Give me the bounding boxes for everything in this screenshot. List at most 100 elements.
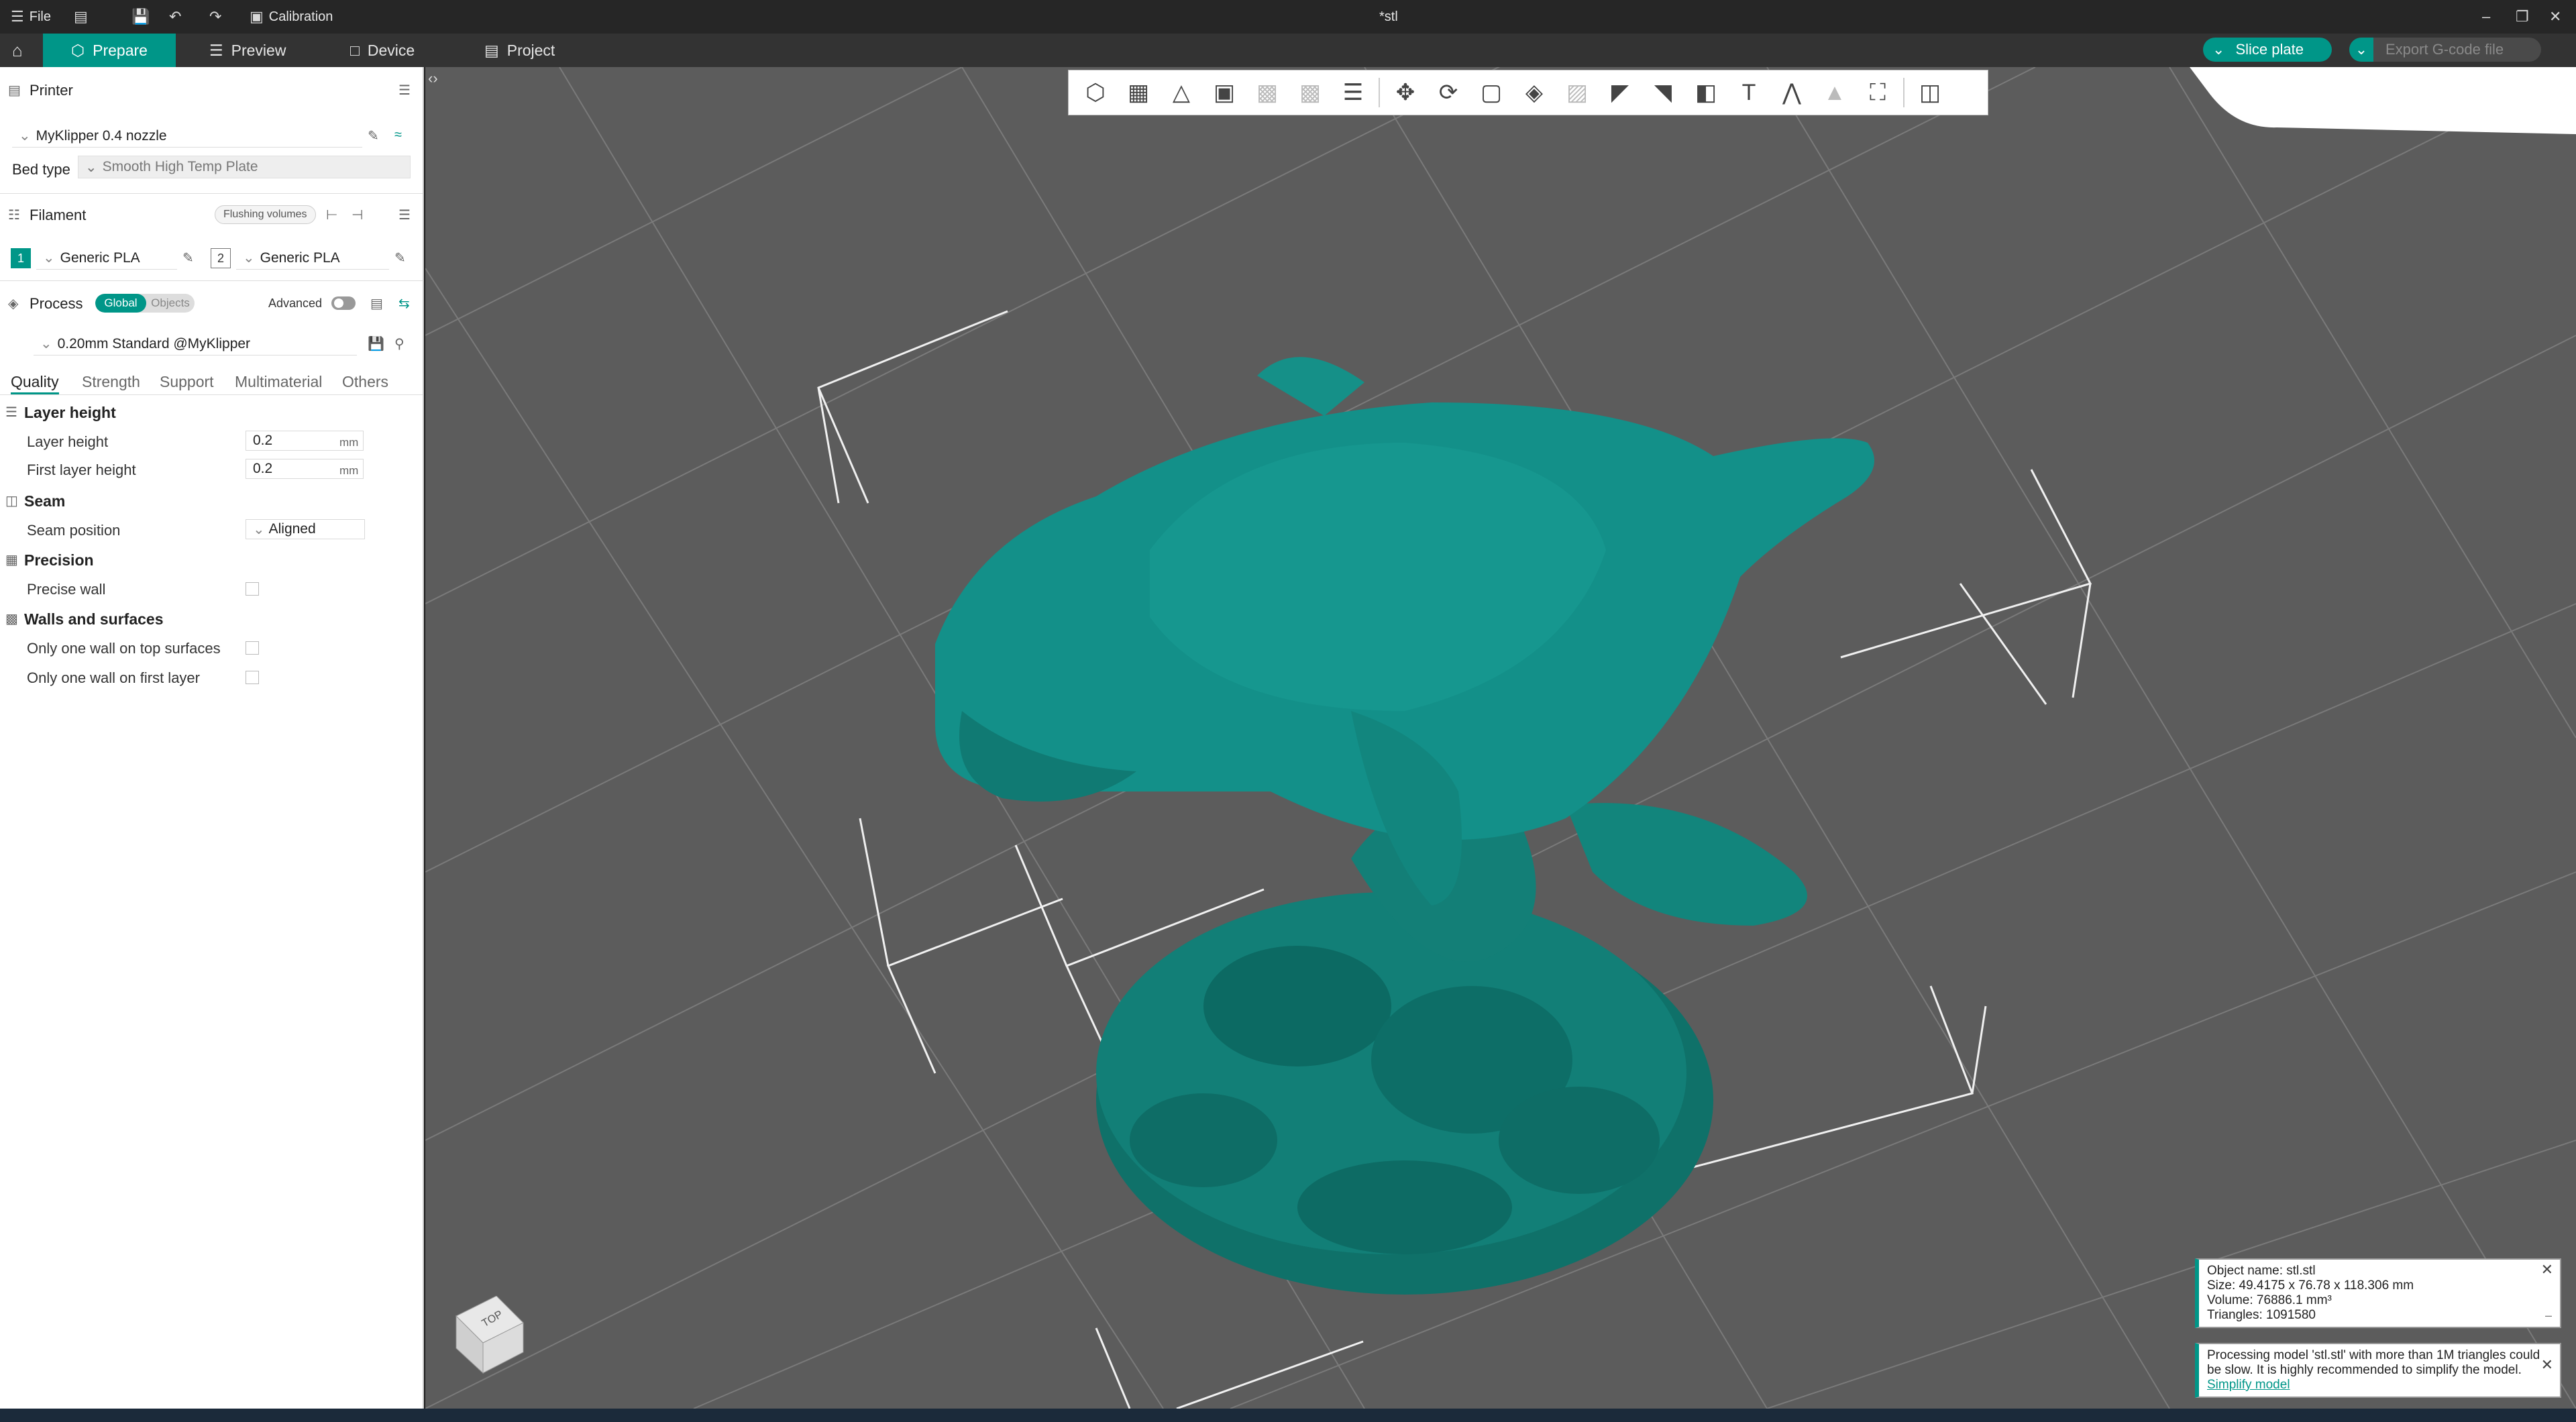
file-menu[interactable]: ☰ File bbox=[11, 7, 51, 27]
walls-group: Walls and surfaces bbox=[24, 610, 164, 628]
tab-preview[interactable]: ☰ Preview bbox=[195, 34, 301, 67]
filament-settings-icon[interactable]: ☰ bbox=[398, 207, 411, 223]
wifi-icon[interactable]: ≈ bbox=[394, 127, 402, 143]
first-layer-height-unit: mm bbox=[339, 464, 359, 477]
process-list-icon[interactable]: ▤ bbox=[370, 295, 383, 312]
minimize-panel-icon[interactable]: – bbox=[2545, 1308, 2552, 1323]
filament-slot-1-badge[interactable]: 1 bbox=[11, 248, 31, 268]
process-title: Process bbox=[30, 295, 83, 312]
tab-strength[interactable]: Strength bbox=[82, 373, 140, 391]
seam-position-label: Seam position bbox=[27, 522, 121, 539]
seam-paint-icon[interactable]: ◥ bbox=[1642, 72, 1684, 113]
printer-settings-icon[interactable]: ☰ bbox=[398, 82, 411, 99]
tab-project[interactable]: ▤ Project bbox=[470, 34, 570, 67]
preview-icon: ☰ bbox=[209, 41, 223, 59]
one-wall-first-checkbox[interactable] bbox=[246, 671, 259, 684]
process-preset-select[interactable]: ⌄ 0.20mm Standard @MyKlipper bbox=[34, 333, 357, 356]
save-preset-icon[interactable]: 💾 bbox=[368, 335, 384, 352]
tab-prepare-label: Prepare bbox=[93, 41, 148, 59]
bed-type-value: Smooth High Temp Plate bbox=[102, 159, 258, 174]
dolphin-model[interactable] bbox=[935, 357, 1874, 1295]
bed-type-label: Bed type bbox=[12, 161, 70, 178]
split-objects-icon[interactable]: ▩ bbox=[1246, 72, 1289, 113]
edit-filament-2-icon[interactable]: ✎ bbox=[394, 250, 406, 266]
toolbar-separator bbox=[1379, 78, 1380, 107]
undo-icon[interactable]: ↶ bbox=[169, 7, 181, 27]
close-icon[interactable]: ✕ bbox=[2541, 1358, 2553, 1372]
grid-arrange-icon[interactable]: ▦ bbox=[1117, 72, 1160, 113]
seam-group: Seam bbox=[24, 492, 66, 510]
seam-chevron-icon: ⌄ bbox=[253, 521, 265, 537]
assembly-icon[interactable]: ▲ bbox=[1813, 72, 1856, 113]
filament-slot-1-select[interactable]: ⌄ Generic PLA bbox=[36, 247, 177, 270]
tab-others[interactable]: Others bbox=[342, 373, 388, 391]
collapse-sidebar-icon[interactable]: ‹› bbox=[428, 70, 445, 87]
tab-preview-label: Preview bbox=[231, 41, 286, 59]
auto-orient-icon[interactable]: △ bbox=[1160, 72, 1203, 113]
close-window-icon[interactable]: ✕ bbox=[2549, 7, 2561, 27]
process-compare-icon[interactable]: ⇆ bbox=[398, 295, 410, 312]
tab-quality[interactable]: Quality bbox=[11, 373, 59, 394]
3d-viewport[interactable]: ⬡ ▦ △ ▣ ▩ ▩ ☰ ✥ ⟳ ▢ ◈ ▨ ◤ ◥ ◧ T ⋀ ▲ ⛶ ◫ … bbox=[425, 67, 2576, 1409]
tab-project-label: Project bbox=[506, 41, 555, 59]
assemble-view-icon[interactable]: ◫ bbox=[1909, 72, 1951, 113]
support-paint-icon[interactable]: ◤ bbox=[1599, 72, 1642, 113]
export-gcode-button[interactable]: ⌄ Export G-code file bbox=[2349, 38, 2541, 62]
properties-icon[interactable]: ▤ bbox=[74, 7, 88, 27]
lay-on-face-icon[interactable]: ◈ bbox=[1513, 72, 1556, 113]
slot2-chevron-icon: ⌄ bbox=[243, 250, 255, 266]
printer-preset-select[interactable]: ⌄ MyKlipper 0.4 nozzle bbox=[12, 125, 362, 148]
home-button[interactable]: ⌂ bbox=[0, 34, 35, 67]
tab-multimaterial[interactable]: Multimaterial bbox=[235, 373, 322, 391]
measure-icon[interactable]: ⋀ bbox=[1770, 72, 1813, 113]
title-bar: ☰ File ▤ 💾 ↶ ↷ ▣ Calibration *stl – ❐ ✕ bbox=[0, 0, 2576, 34]
layers-icon[interactable]: ☰ bbox=[1332, 72, 1375, 113]
search-icon[interactable]: ⚲ bbox=[394, 335, 405, 352]
window-title: *stl bbox=[1379, 9, 1398, 24]
split-parts-icon[interactable]: ▩ bbox=[1289, 72, 1332, 113]
one-wall-top-checkbox[interactable] bbox=[246, 641, 259, 655]
scale-icon[interactable]: ▢ bbox=[1470, 72, 1513, 113]
filament-slot-2-select[interactable]: ⌄ Generic PLA bbox=[236, 247, 389, 270]
plate-icon[interactable]: ▣ bbox=[1203, 72, 1246, 113]
precise-wall-checkbox[interactable] bbox=[246, 582, 259, 596]
global-option[interactable]: Global bbox=[95, 294, 146, 313]
global-objects-switch[interactable]: Global Objects bbox=[95, 294, 195, 313]
seam-position-select[interactable]: ⌄ Aligned bbox=[246, 519, 365, 539]
view-cube[interactable]: TOP bbox=[449, 1295, 530, 1376]
bed-type-select[interactable]: ⌄ Smooth High Temp Plate bbox=[78, 156, 411, 178]
filament-slot-2-badge[interactable]: 2 bbox=[211, 248, 231, 268]
flushing-volumes-button[interactable]: Flushing volumes bbox=[215, 205, 316, 224]
save-icon[interactable]: 💾 bbox=[131, 7, 150, 27]
move-icon[interactable]: ✥ bbox=[1384, 72, 1427, 113]
slice-plate-button[interactable]: ⌄ Slice plate bbox=[2203, 38, 2332, 62]
slice-plate-label: Slice plate bbox=[2235, 41, 2304, 58]
edit-filament-1-icon[interactable]: ✎ bbox=[182, 250, 194, 266]
simplify-model-link[interactable]: Simplify model bbox=[2207, 1378, 2290, 1392]
redo-icon[interactable]: ↷ bbox=[209, 7, 221, 27]
tab-device[interactable]: □ Device bbox=[335, 34, 429, 67]
calibration-label: Calibration bbox=[268, 9, 333, 24]
objects-option[interactable]: Objects bbox=[146, 294, 195, 313]
object-triangles: Triangles: 1091580 bbox=[2207, 1308, 2316, 1322]
close-icon[interactable]: ✕ bbox=[2541, 1262, 2553, 1277]
cut-icon[interactable]: ▨ bbox=[1556, 72, 1599, 113]
process-chevron-icon: ⌄ bbox=[40, 336, 52, 351]
text-icon[interactable]: T bbox=[1727, 72, 1770, 113]
add-filament-icon[interactable]: ⊢ bbox=[326, 207, 337, 223]
fit-view-icon[interactable]: ⛶ bbox=[1856, 72, 1899, 113]
minimize-icon[interactable]: – bbox=[2482, 7, 2490, 27]
rotate-icon[interactable]: ⟳ bbox=[1427, 72, 1470, 113]
color-paint-icon[interactable]: ◧ bbox=[1684, 72, 1727, 113]
tab-support[interactable]: Support bbox=[160, 373, 214, 391]
remove-filament-icon[interactable]: ⊣ bbox=[352, 207, 363, 223]
tab-prepare[interactable]: ⬡ Prepare bbox=[43, 34, 176, 67]
edit-printer-icon[interactable]: ✎ bbox=[368, 127, 379, 144]
home-icon: ⌂ bbox=[12, 40, 23, 60]
calibration-menu[interactable]: ▣ Calibration bbox=[250, 7, 333, 27]
object-size: Size: 49.4175 x 76.78 x 118.306 mm bbox=[2207, 1278, 2414, 1293]
restore-icon[interactable]: ❐ bbox=[2516, 7, 2529, 27]
os-taskbar bbox=[0, 1409, 2576, 1422]
add-object-icon[interactable]: ⬡ bbox=[1074, 72, 1117, 113]
advanced-toggle[interactable] bbox=[331, 296, 356, 310]
